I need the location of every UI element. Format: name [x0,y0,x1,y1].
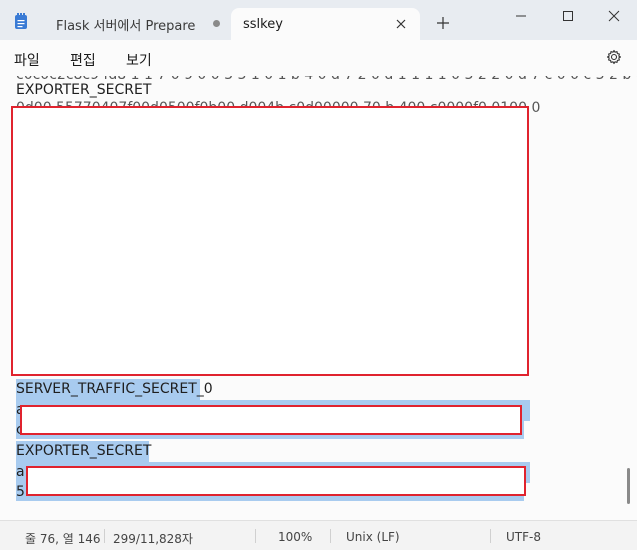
status-divider [255,529,256,543]
redaction-box [26,466,526,496]
redaction-box [11,106,529,376]
character-count: 299/11,828자 [113,532,193,546]
new-tab-plus-icon[interactable] [436,16,450,30]
line-ending[interactable]: Unix (LF) [346,530,400,544]
tab-label: Flask 서버에서 Prepared S [56,18,196,34]
text-line-hex: 5 [16,484,25,500]
encoding[interactable]: UTF-8 [506,530,541,544]
menu-edit[interactable]: 편집 [70,50,96,70]
cursor-position[interactable]: 줄 76, 열 146 [25,530,101,547]
close-tab-icon[interactable] [394,17,408,31]
text-line-server-traffic-secret: SERVER_TRAFFIC_SECRET_0 [16,381,213,397]
unsaved-dot-icon[interactable] [213,20,220,27]
maximize-button[interactable] [545,0,591,32]
status-divider [104,529,105,543]
maximize-icon [563,11,573,21]
status-divider [330,529,331,543]
tab-label: sslkey [243,16,283,32]
status-bar: 줄 76, 열 146 299/11,828자 100% Unix (LF) U… [0,520,637,550]
tab-flask-document[interactable]: Flask 서버에서 Prepared S [40,8,228,40]
tab-sslkey[interactable]: sslkey [231,8,420,40]
status-divider [490,529,491,543]
notepad-app-icon [15,13,27,29]
title-bar: Flask 서버에서 Prepared S sslkey [0,0,637,40]
menu-bar: 파일 편집 보기 [0,40,637,76]
text-editor[interactable]: c0c0c2c8c9 fd8 1 1 7 0 9 0 0 3 3 1 0 1 b… [0,76,637,520]
menu-view[interactable]: 보기 [126,50,152,70]
text-line-hex: a [16,464,25,480]
close-window-button[interactable] [591,0,637,32]
close-icon [608,10,620,22]
text-line-exporter-secret: EXPORTER_SECRET [16,443,152,459]
menu-file[interactable]: 파일 [14,50,40,70]
redaction-box [20,405,522,435]
minimize-icon [516,15,526,17]
zoom-level[interactable]: 100% [278,530,312,544]
settings-gear-icon[interactable] [606,49,622,65]
vertical-scrollbar[interactable] [627,468,630,504]
minimize-button[interactable] [498,0,544,32]
